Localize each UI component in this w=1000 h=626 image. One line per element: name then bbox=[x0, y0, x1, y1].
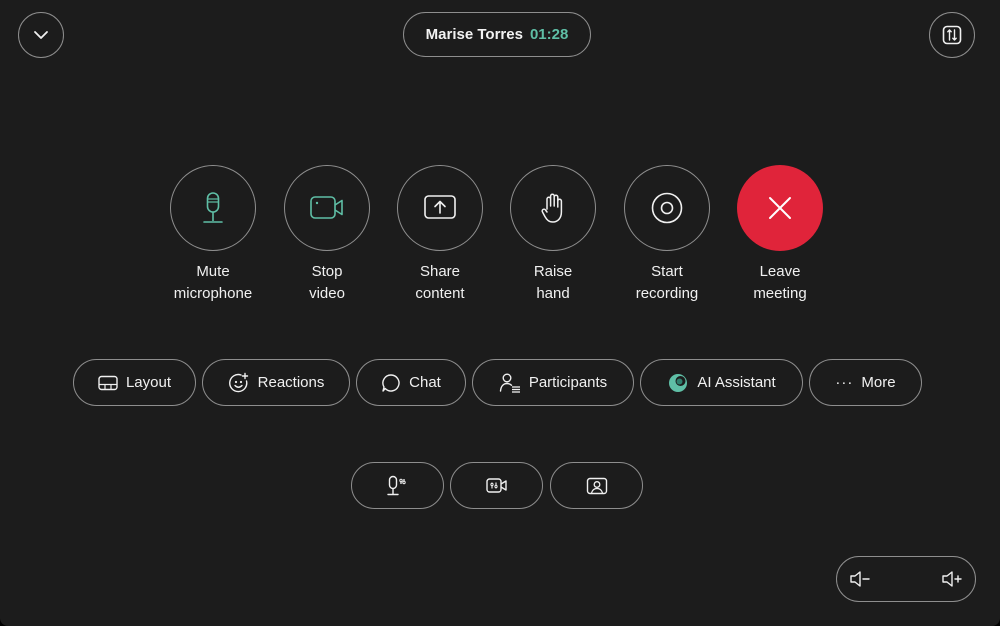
microphone-settings-icon bbox=[386, 475, 410, 497]
split-view-icon bbox=[941, 24, 963, 46]
layout-button[interactable]: Layout bbox=[73, 359, 196, 406]
reaction-smiley-icon bbox=[228, 372, 250, 394]
participants-button[interactable]: Participants bbox=[472, 359, 634, 406]
leave-meeting-control[interactable]: Leave meeting bbox=[723, 165, 837, 305]
start-recording-button[interactable] bbox=[624, 165, 710, 251]
participant-name: Marise Torres bbox=[425, 26, 523, 43]
collapse-button[interactable] bbox=[18, 12, 64, 58]
start-recording-control[interactable]: Start recording bbox=[610, 165, 724, 305]
microphone-icon bbox=[199, 191, 227, 225]
session-info-pill: Marise Torres 01:28 bbox=[403, 12, 591, 57]
meeting-controls-screen: Marise Torres 01:28 Mute microphone Stop… bbox=[0, 0, 1000, 626]
leave-meeting-button[interactable] bbox=[737, 165, 823, 251]
self-view-icon bbox=[586, 477, 608, 495]
raise-hand-control[interactable]: Raise hand bbox=[496, 165, 610, 305]
participants-icon bbox=[499, 372, 521, 394]
volume-down-icon[interactable] bbox=[849, 569, 871, 589]
share-content-control[interactable]: Share content bbox=[383, 165, 497, 305]
layout-label: Layout bbox=[125, 374, 172, 391]
ai-assistant-icon bbox=[667, 372, 689, 394]
stop-video-button[interactable] bbox=[284, 165, 370, 251]
reactions-button[interactable]: Reactions bbox=[202, 359, 350, 406]
record-icon bbox=[650, 191, 684, 225]
chat-button[interactable]: Chat bbox=[356, 359, 466, 406]
leave-meeting-label: Leave meeting bbox=[753, 263, 807, 302]
hand-icon bbox=[540, 191, 566, 225]
reactions-label: Reactions bbox=[257, 374, 325, 391]
mute-microphone-control[interactable]: Mute microphone bbox=[156, 165, 270, 305]
participants-label: Participants bbox=[528, 374, 608, 391]
mute-microphone-button[interactable] bbox=[170, 165, 256, 251]
raise-hand-button[interactable] bbox=[510, 165, 596, 251]
start-recording-label: Start recording bbox=[635, 263, 699, 302]
video-camera-icon bbox=[309, 194, 345, 222]
ai-assistant-button[interactable]: AI Assistant bbox=[640, 359, 803, 406]
microphone-settings-button[interactable] bbox=[351, 462, 444, 509]
stop-video-control[interactable]: Stop video bbox=[270, 165, 384, 305]
call-timer: 01:28 bbox=[529, 26, 569, 43]
more-dots-icon: ··· bbox=[835, 374, 854, 391]
view-toggle-button[interactable] bbox=[929, 12, 975, 58]
raise-hand-label: Raise hand bbox=[533, 263, 573, 302]
volume-up-icon[interactable] bbox=[941, 569, 963, 589]
mute-microphone-label: Mute microphone bbox=[173, 263, 253, 302]
volume-control bbox=[836, 556, 976, 602]
chevron-down-icon bbox=[31, 25, 51, 45]
ai-assistant-label: AI Assistant bbox=[697, 374, 776, 391]
stop-video-label: Stop video bbox=[309, 263, 345, 302]
close-icon bbox=[766, 194, 794, 222]
camera-settings-button[interactable] bbox=[450, 462, 543, 509]
share-content-button[interactable] bbox=[397, 165, 483, 251]
layout-icon bbox=[98, 375, 118, 391]
chat-bubble-icon bbox=[381, 373, 401, 393]
share-screen-icon bbox=[423, 194, 457, 222]
more-button[interactable]: ··· More bbox=[809, 359, 922, 406]
camera-settings-icon bbox=[485, 476, 509, 496]
self-view-button[interactable] bbox=[550, 462, 643, 509]
share-content-label: Share content bbox=[415, 263, 465, 302]
more-label: More bbox=[861, 374, 896, 391]
chat-label: Chat bbox=[409, 374, 441, 391]
